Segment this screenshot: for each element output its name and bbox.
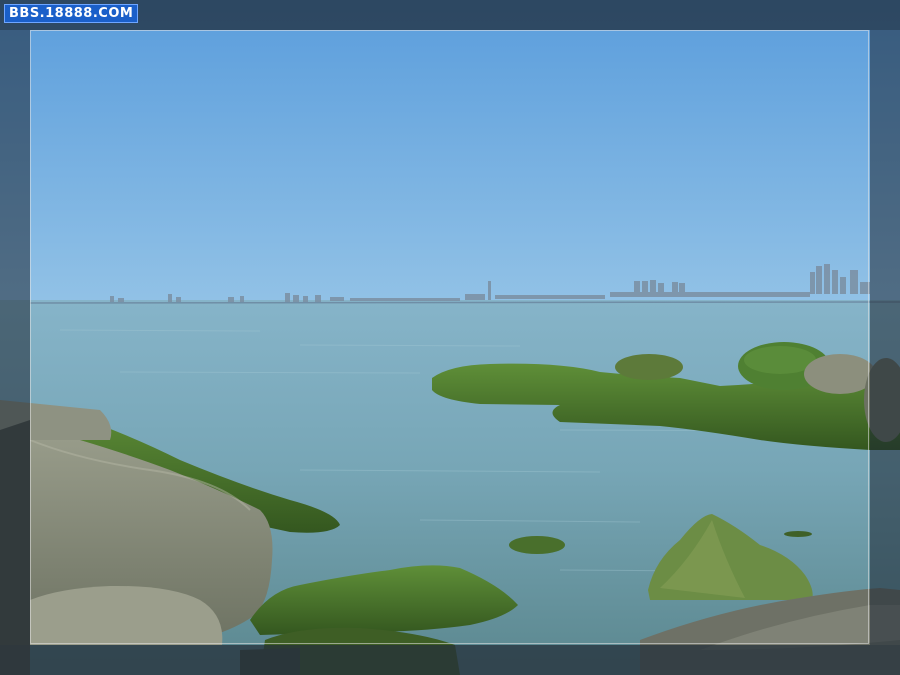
site-watermark: BBS.18888.COM <box>4 4 139 23</box>
sky <box>0 0 900 305</box>
small-rock <box>784 531 812 537</box>
small-rock <box>509 536 565 554</box>
photo-viewer: BBS.18888.COM <box>0 0 900 675</box>
outer-mask-bottom <box>0 645 900 675</box>
seascape-photo <box>0 0 900 675</box>
outer-mask-left <box>0 30 30 645</box>
outer-mask-right <box>870 30 900 645</box>
